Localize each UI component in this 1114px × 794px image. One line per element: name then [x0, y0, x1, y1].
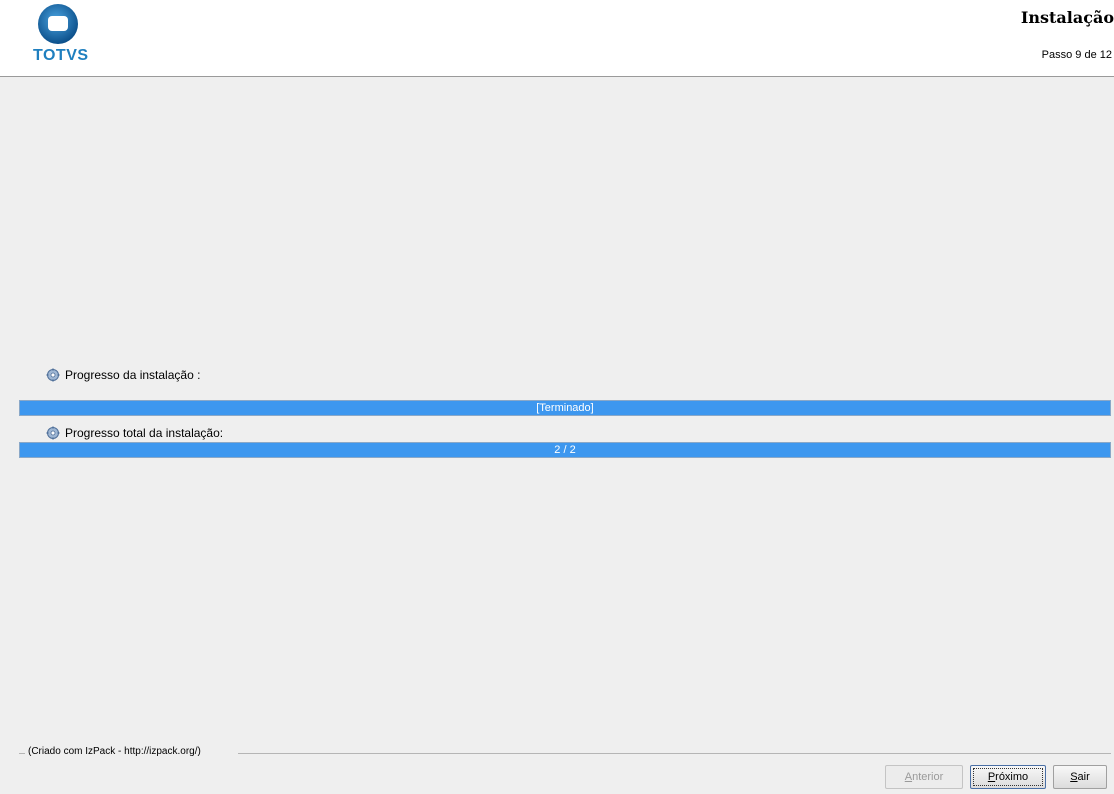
next-button-focus-ring: Próximo — [973, 768, 1043, 786]
footer-separator — [238, 753, 1111, 754]
pack-progress-bar: [Terminado] — [19, 400, 1111, 416]
gear-icon — [46, 426, 60, 440]
izpack-credit: (Criado com IzPack - http://izpack.org/) — [25, 746, 204, 757]
total-progress-bar: 2 / 2 — [19, 442, 1111, 458]
brand-name: TOTVS — [33, 47, 89, 64]
pack-progress-text: [Terminado] — [536, 402, 594, 414]
quit-button-mnemonic: S — [1070, 771, 1078, 783]
header-banner: TOTVS Instalação Passo 9 de 12 — [0, 0, 1114, 77]
total-progress-text: 2 / 2 — [554, 444, 576, 456]
step-indicator: Passo 9 de 12 — [1041, 49, 1112, 61]
next-button[interactable]: Próximo — [970, 765, 1046, 789]
total-progress-label: Progresso total da instalação: — [65, 426, 224, 440]
previous-button[interactable]: Anterior — [885, 765, 963, 789]
total-progress-label-row: Progresso total da instalação: — [46, 426, 223, 440]
page-title: Instalação — [1020, 8, 1114, 27]
quit-button-label: air — [1077, 771, 1090, 783]
next-button-label: róximo — [995, 771, 1029, 783]
previous-button-label: nterior — [912, 771, 944, 783]
gear-icon — [46, 368, 60, 382]
quit-button[interactable]: Sair — [1053, 765, 1107, 789]
pack-progress-label: Progresso da instalação : — [65, 368, 201, 382]
previous-button-mnemonic: A — [904, 771, 913, 783]
pack-progress-label-row: Progresso da instalação : — [46, 368, 200, 382]
